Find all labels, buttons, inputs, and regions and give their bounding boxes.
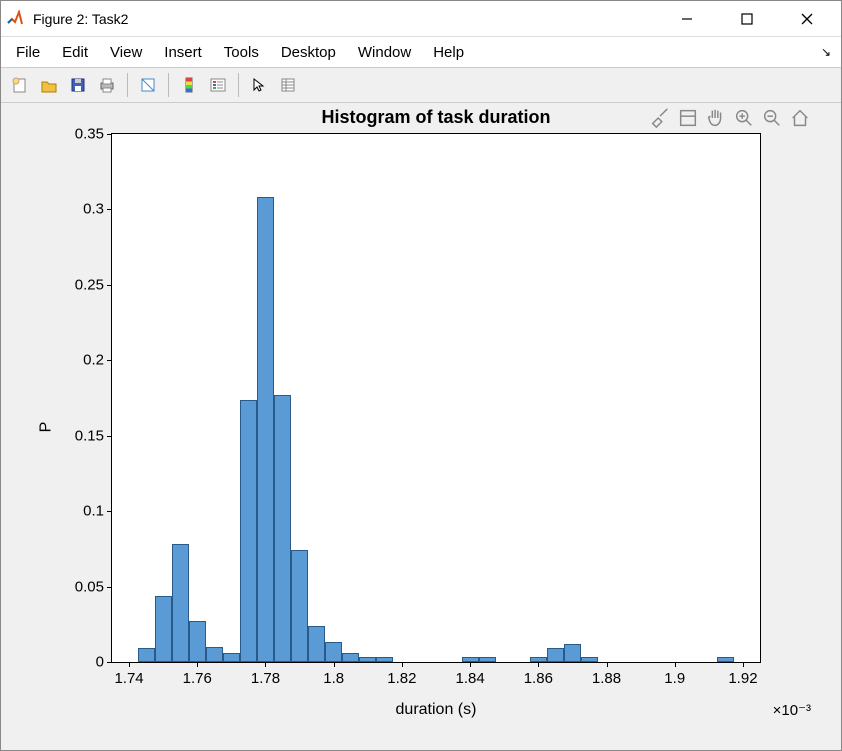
- minimize-button[interactable]: [657, 1, 717, 37]
- y-tick-label: 0.3: [83, 201, 104, 218]
- toolbar: [1, 67, 841, 103]
- menu-view[interactable]: View: [99, 40, 153, 65]
- histogram-bar: [257, 197, 274, 662]
- x-tick-label: 1.82: [387, 670, 416, 687]
- menu-file[interactable]: File: [5, 40, 51, 65]
- histogram-bar: [308, 626, 325, 662]
- window-title: Figure 2: Task2: [33, 11, 128, 27]
- histogram-bar: [325, 642, 342, 662]
- colorbar-button[interactable]: [176, 72, 202, 98]
- x-tick-label: 1.76: [183, 670, 212, 687]
- link-button[interactable]: [135, 72, 161, 98]
- datacursor-button[interactable]: [275, 72, 301, 98]
- y-tick-label: 0.25: [75, 276, 104, 293]
- box-icon[interactable]: [677, 107, 699, 134]
- menu-window[interactable]: Window: [347, 40, 422, 65]
- x-tick-label: 1.84: [455, 670, 484, 687]
- histogram-bar: [223, 653, 240, 662]
- x-tick-label: 1.92: [728, 670, 757, 687]
- histogram-bar: [206, 647, 223, 662]
- menubar: File Edit View Insert Tools Desktop Wind…: [1, 37, 841, 67]
- new-figure-button[interactable]: [7, 72, 33, 98]
- x-tick-label: 1.8: [323, 670, 344, 687]
- toolbar-separator: [168, 73, 169, 97]
- toolbar-separator: [127, 73, 128, 97]
- zoom-in-icon[interactable]: [733, 107, 755, 134]
- menu-insert[interactable]: Insert: [153, 40, 213, 65]
- close-button[interactable]: [777, 1, 837, 37]
- save-button[interactable]: [65, 72, 91, 98]
- histogram-bar: [376, 657, 393, 662]
- x-tick-label: 1.74: [114, 670, 143, 687]
- y-axis-label: P: [37, 421, 55, 432]
- axes-toolbar: [649, 107, 811, 134]
- x-tick-label: 1.78: [251, 670, 280, 687]
- x-tick-label: 1.88: [592, 670, 621, 687]
- menu-help[interactable]: Help: [422, 40, 475, 65]
- open-button[interactable]: [36, 72, 62, 98]
- print-button[interactable]: [94, 72, 120, 98]
- histogram-bar: [274, 395, 291, 662]
- histogram-bar: [138, 648, 155, 662]
- histogram-bar: [155, 596, 172, 662]
- x-axis-label: duration (s): [111, 701, 761, 719]
- pan-icon[interactable]: [705, 107, 727, 134]
- x-exponent-label: ×10⁻³: [773, 701, 811, 719]
- legend-button[interactable]: [205, 72, 231, 98]
- home-icon[interactable]: [789, 107, 811, 134]
- histogram-bar: [581, 657, 598, 662]
- matlab-icon: [5, 9, 25, 29]
- histogram-bar: [172, 544, 189, 662]
- y-tick-label: 0.15: [75, 427, 104, 444]
- maximize-button[interactable]: [717, 1, 777, 37]
- zoom-out-icon[interactable]: [761, 107, 783, 134]
- menu-edit[interactable]: Edit: [51, 40, 99, 65]
- histogram-bar: [564, 644, 581, 662]
- brush-icon[interactable]: [649, 107, 671, 134]
- x-tick-label: 1.9: [664, 670, 685, 687]
- pointer-button[interactable]: [246, 72, 272, 98]
- histogram-bar: [462, 657, 479, 662]
- toolbar-separator: [238, 73, 239, 97]
- y-tick-label: 0.35: [75, 126, 104, 143]
- histogram-bar: [342, 653, 359, 662]
- histogram-bar: [240, 400, 257, 662]
- histogram-bar: [547, 648, 564, 662]
- histogram-bar: [717, 657, 734, 662]
- histogram-bar: [189, 621, 206, 662]
- menu-tools[interactable]: Tools: [213, 40, 270, 65]
- axes[interactable]: 00.050.10.150.20.250.30.351.741.761.781.…: [111, 133, 761, 663]
- undock-arrow-icon[interactable]: ↘: [821, 45, 831, 59]
- y-tick-label: 0.1: [83, 503, 104, 520]
- y-tick-label: 0: [96, 654, 104, 671]
- histogram-bar: [479, 657, 496, 662]
- y-tick-label: 0.2: [83, 352, 104, 369]
- figure-canvas: Histogram of task duration P duration (s…: [1, 103, 841, 750]
- y-tick-label: 0.05: [75, 578, 104, 595]
- titlebar: Figure 2: Task2: [1, 1, 841, 37]
- histogram-bar: [291, 550, 308, 662]
- histogram-bar: [530, 657, 547, 662]
- x-tick-label: 1.86: [524, 670, 553, 687]
- histogram-bar: [359, 657, 376, 662]
- menu-desktop[interactable]: Desktop: [270, 40, 347, 65]
